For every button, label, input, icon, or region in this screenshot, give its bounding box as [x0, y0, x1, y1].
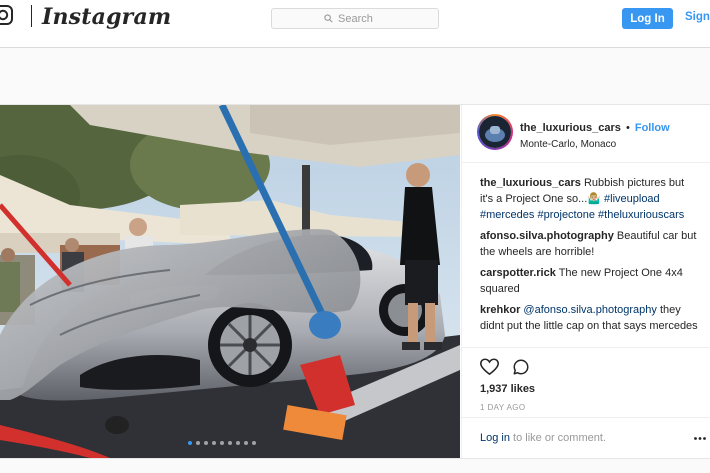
comment-mention[interactable]: @afonso.silva.photography [523, 304, 656, 316]
post-timestamp[interactable]: 1 DAY AGO [480, 403, 526, 412]
post-location[interactable]: Monte-Carlo, Monaco [520, 139, 616, 150]
nav-divider [31, 5, 32, 27]
like-count[interactable]: 1,937 likes [480, 383, 535, 395]
comment-username[interactable]: krehkor [480, 304, 520, 316]
comments-list: the_luxurious_cars Rubbish pictures but … [480, 175, 700, 339]
top-navigation-bar: Instagram Log In Sign [0, 0, 710, 48]
carousel-dot[interactable] [212, 441, 216, 445]
hashtag-link[interactable]: #theluxuriouscars [598, 209, 684, 221]
instagram-wordmark[interactable]: Instagram [42, 4, 171, 30]
post-photo[interactable] [0, 105, 460, 458]
follow-button[interactable]: Follow [635, 122, 670, 134]
hashtag-link[interactable]: #projectone [537, 209, 595, 221]
author-username[interactable]: the_luxurious_cars [520, 122, 621, 134]
log-in-link[interactable]: Log in [480, 432, 510, 444]
carousel-dot[interactable] [252, 441, 256, 445]
instagram-camera-icon[interactable] [0, 5, 13, 25]
avatar-story-ring[interactable] [477, 114, 513, 150]
post-card: the_luxurious_cars • Follow Monte-Carlo,… [0, 104, 710, 459]
post-sidebar: the_luxurious_cars • Follow Monte-Carlo,… [461, 105, 710, 458]
post-actions: 1,937 likes 1 DAY AGO [462, 347, 710, 412]
search-box[interactable] [271, 8, 439, 29]
carousel-dot[interactable] [196, 441, 200, 445]
caption-username[interactable]: the_luxurious_cars [480, 177, 581, 189]
carousel-dot[interactable] [220, 441, 224, 445]
comment-login-row: Log in to like or comment. [462, 417, 710, 459]
carousel-dot[interactable] [204, 441, 208, 445]
author-line: the_luxurious_cars • Follow [520, 122, 670, 134]
sign-up-link[interactable]: Sign [685, 11, 710, 23]
post-photo-image [0, 105, 460, 458]
login-prompt-text: to like or comment. [513, 432, 606, 444]
more-options-icon[interactable] [694, 437, 706, 440]
comment-item: krehkor @afonso.silva.photography they d… [480, 302, 700, 334]
comment-icon[interactable] [512, 358, 530, 376]
dot-separator: • [625, 122, 630, 134]
caption: the_luxurious_cars Rubbish pictures but … [480, 175, 700, 223]
login-prompt: Log in to like or comment. [480, 432, 606, 444]
comment-username[interactable]: carspotter.rick [480, 267, 556, 279]
carousel-dots [188, 441, 256, 445]
comment-item: afonso.silva.photography Beautiful car b… [480, 228, 700, 260]
search-input[interactable] [338, 12, 386, 25]
comment-username[interactable]: afonso.silva.photography [480, 230, 614, 242]
comment-item: carspotter.rick The new Project One 4x4 … [480, 265, 700, 297]
carousel-dot[interactable] [236, 441, 240, 445]
carousel-dot[interactable] [188, 441, 192, 445]
avatar [479, 116, 511, 148]
hashtag-link[interactable]: #liveupload [604, 193, 660, 205]
log-in-button[interactable]: Log In [622, 8, 673, 29]
carousel-dot[interactable] [228, 441, 232, 445]
carousel-dot[interactable] [244, 441, 248, 445]
post-header: the_luxurious_cars • Follow Monte-Carlo,… [462, 105, 710, 163]
hashtag-link[interactable]: #mercedes [480, 209, 534, 221]
heart-icon[interactable] [480, 358, 499, 376]
search-icon [324, 14, 333, 23]
